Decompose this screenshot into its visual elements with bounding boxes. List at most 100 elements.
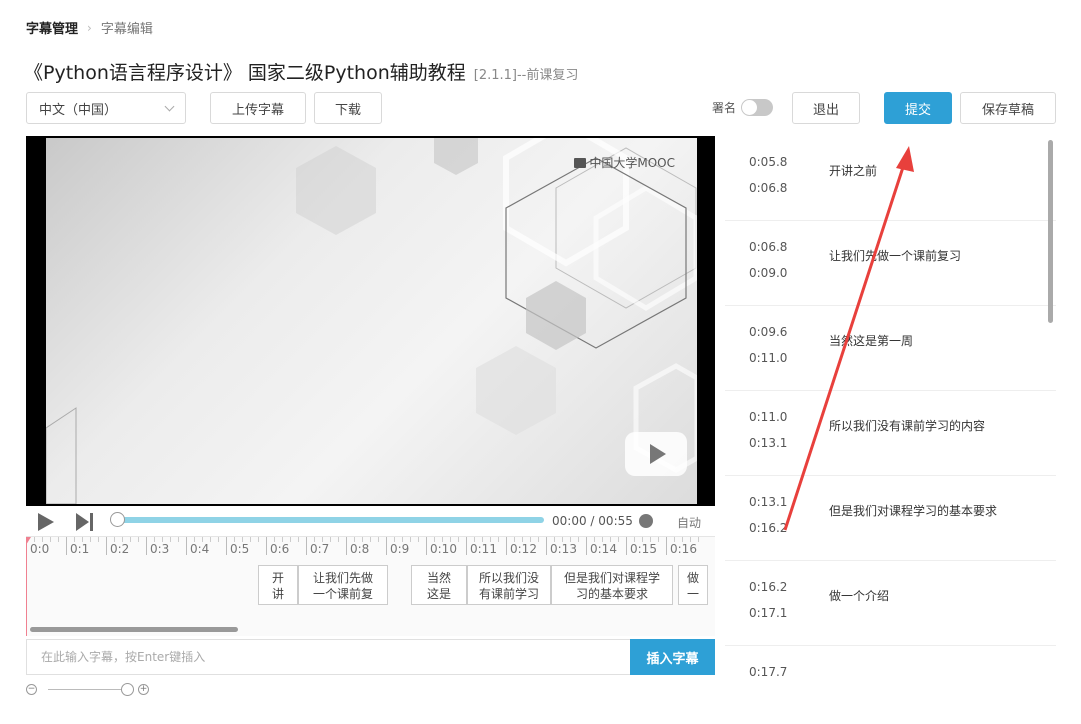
timeline-minor-tick: [338, 537, 339, 542]
subtitle-list-item[interactable]: 0:06.8 0:09.0 让我们先做一个课前复习: [725, 221, 1056, 306]
course-title: 《Python语言程序设计》 国家二级Python辅助教程: [24, 62, 466, 84]
video-player[interactable]: 中国大学MOOC: [26, 136, 715, 506]
insert-subtitle-button[interactable]: 插入字幕: [630, 639, 715, 675]
timeline-tick: 0:1: [66, 537, 89, 556]
timeline-minor-tick: [362, 537, 363, 542]
upload-subtitle-button[interactable]: 上传字幕: [210, 92, 306, 124]
timeline-minor-tick: [618, 537, 619, 542]
subtitle-list-scrollbar[interactable]: [1048, 140, 1053, 323]
subtitle-input[interactable]: [27, 640, 631, 674]
timeline-minor-tick: [58, 537, 59, 542]
subtitle-list-item[interactable]: 0:09.6 0:11.0 当然这是第一周: [725, 306, 1056, 391]
subtitle-end-time: 0:17.1: [749, 606, 788, 620]
timeline-segment[interactable]: 当然 这是: [411, 565, 467, 605]
subtitle-text: 做一个介绍: [829, 589, 890, 603]
timeline-minor-tick: [370, 537, 371, 542]
language-select[interactable]: 中文（中国）: [26, 92, 186, 124]
timeline-minor-tick: [378, 537, 379, 542]
subtitle-list-item[interactable]: 0:13.1 0:16.2 但是我们对课程学习的基本要求: [725, 476, 1056, 561]
timeline-playhead[interactable]: [26, 537, 31, 636]
timeline-minor-tick: [610, 537, 611, 542]
segment-line: 一: [686, 587, 699, 601]
subtitle-text: 当然这是第一周: [829, 334, 914, 348]
timeline-minor-tick: [402, 537, 403, 542]
timeline-minor-tick: [290, 537, 291, 542]
timeline-minor-tick: [298, 537, 299, 542]
zoom-slider-thumb[interactable]: [121, 683, 134, 696]
watermark-text: 中国大学MOOC: [589, 156, 675, 170]
duration: 00:55: [598, 514, 633, 528]
breadcrumb-root[interactable]: 字幕管理: [26, 18, 78, 37]
current-time: 00:00: [552, 514, 587, 528]
download-button[interactable]: 下载: [314, 92, 382, 124]
zoom-slider[interactable]: [48, 689, 128, 690]
video-controls: 00:00 / 00:55 自动: [26, 506, 715, 536]
progress-bar[interactable]: [110, 512, 544, 527]
next-bar: [90, 513, 93, 531]
subtitle-end-time: 0:16.2: [749, 521, 788, 535]
timeline-minor-tick: [234, 537, 235, 542]
subtitle-list-item[interactable]: 0:17.7: [725, 646, 1056, 676]
timeline-minor-tick: [282, 537, 283, 542]
subtitle-start-time: 0:16.2: [749, 580, 788, 594]
subtitle-list: 0:05.8 0:06.8 开讲之前 0:06.8 0:09.0 让我们先做一个课前复习 0…: [725, 136, 1056, 676]
segment-line: 习的基本要求: [575, 587, 648, 601]
subtitle-list-item[interactable]: 0:11.0 0:13.1 所以我们没有课前学习的内容: [725, 391, 1056, 476]
tv-play-icon[interactable]: [625, 432, 687, 476]
mooc-watermark: 中国大学MOOC: [574, 154, 675, 171]
timeline-minor-tick: [562, 537, 563, 542]
timeline-tick: 0:4: [186, 537, 209, 556]
zoom-out-icon[interactable]: −: [26, 684, 37, 695]
timeline-minor-tick: [210, 537, 211, 542]
timeline-minor-tick: [130, 537, 131, 542]
timeline-minor-tick: [418, 537, 419, 542]
segment-line: 开: [271, 571, 284, 585]
timeline-minor-tick: [554, 537, 555, 542]
sign-toggle[interactable]: [741, 99, 773, 116]
toggle-knob: [742, 100, 757, 115]
timeline-minor-tick: [250, 537, 251, 542]
segment-line: 但是我们对课程学: [563, 571, 660, 585]
save-draft-button[interactable]: 保存草稿: [960, 92, 1056, 124]
submit-button[interactable]: 提交: [884, 92, 952, 124]
timeline-minor-tick: [354, 537, 355, 542]
subtitle-start-time: 0:17.7: [749, 665, 788, 676]
timeline-minor-tick: [498, 537, 499, 542]
subtitle-list-item[interactable]: 0:16.2 0:17.1 做一个介绍: [725, 561, 1056, 646]
timeline-minor-tick: [570, 537, 571, 542]
timeline-minor-tick: [594, 537, 595, 542]
timeline-segment[interactable]: 但是我们对课程学 习的基本要求: [551, 565, 673, 605]
timeline-segment[interactable]: 所以我们没 有课前学习: [467, 565, 551, 605]
page-title: 《Python语言程序设计》 国家二级Python辅助教程 [2.1.1]--前…: [24, 58, 578, 85]
timeline-minor-tick: [154, 537, 155, 542]
progress-thumb[interactable]: [110, 512, 125, 527]
timeline-segment[interactable]: 让我们先做 一个课前复: [298, 565, 388, 605]
auto-quality-button[interactable]: 自动: [677, 514, 701, 531]
volume-icon[interactable]: [639, 514, 653, 528]
subtitle-text: 让我们先做一个课前复习: [829, 249, 962, 263]
timeline-minor-tick: [82, 537, 83, 542]
exit-button[interactable]: 退出: [792, 92, 860, 124]
timeline-segment[interactable]: 做 一: [678, 565, 708, 605]
timeline-minor-tick: [394, 537, 395, 542]
timeline-minor-tick: [258, 537, 259, 542]
timeline-tick: 0:9: [386, 537, 409, 556]
timeline-minor-tick: [538, 537, 539, 542]
zoom-in-icon[interactable]: +: [138, 684, 149, 695]
subtitle-list-item[interactable]: 0:05.8 0:06.8 开讲之前: [725, 136, 1056, 221]
segment-line: 这是: [426, 587, 451, 601]
timeline-minor-tick: [322, 537, 323, 542]
segment-line: 做: [686, 571, 699, 585]
language-select-value: 中文（中国）: [39, 102, 118, 118]
subtitle-timeline[interactable]: 0:0 0:1 0:2 0:3 0:4 0:5 0:6 0:7 0:8 0:9 0:10 0:11 0:…: [26, 536, 715, 636]
subtitle-end-time: 0:09.0: [749, 266, 788, 280]
time-display: 00:00 / 00:55: [552, 514, 633, 528]
timeline-minor-tick: [522, 537, 523, 542]
timeline-tick: 0:7: [306, 537, 329, 556]
timeline-segment[interactable]: 开 讲: [258, 565, 298, 605]
time-separator: /: [590, 514, 595, 528]
timeline-minor-tick: [42, 537, 43, 542]
timeline-scrollbar[interactable]: [30, 627, 238, 632]
timeline-minor-tick: [458, 537, 459, 542]
play-icon[interactable]: [38, 513, 54, 531]
